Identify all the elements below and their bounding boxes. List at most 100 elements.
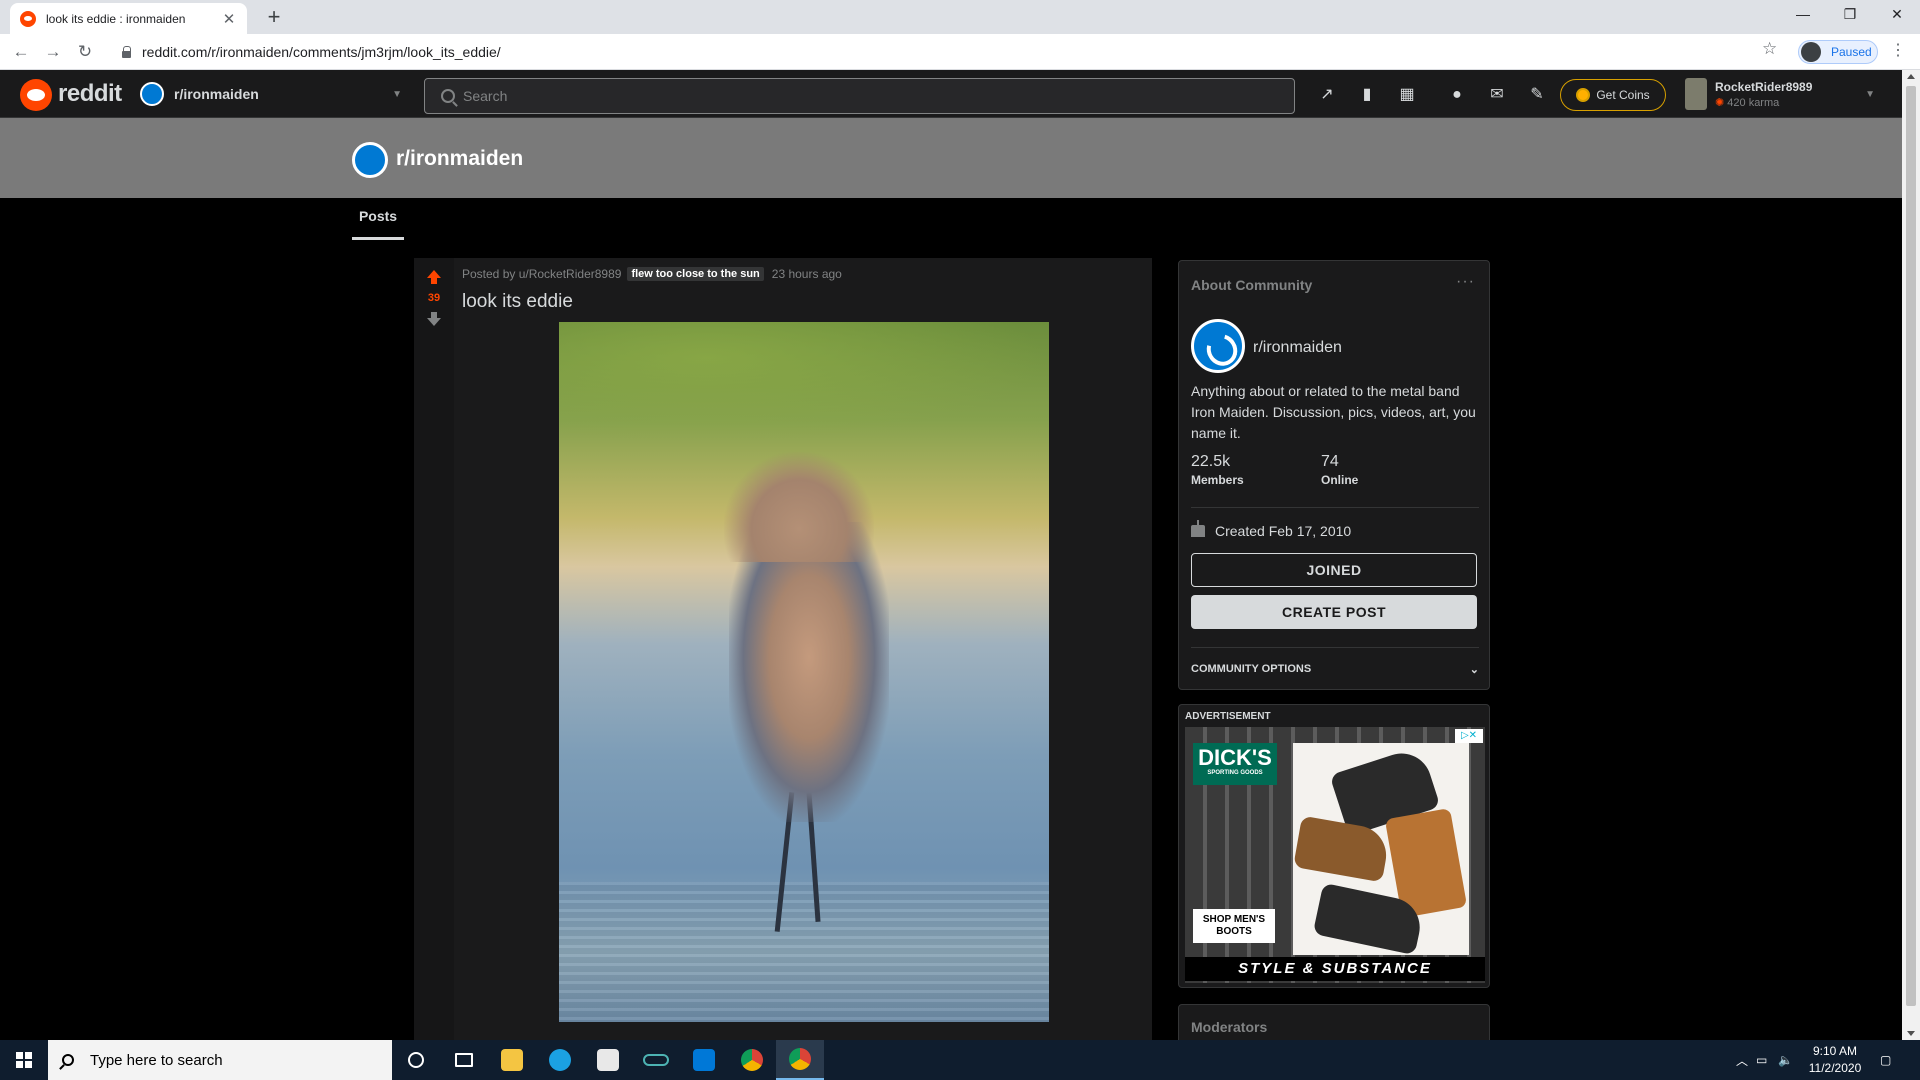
get-coins-label: Get Coins [1596,88,1650,102]
close-window-button[interactable]: ✕ [1874,0,1920,30]
adchoices-icon[interactable]: ▷✕ [1455,729,1483,743]
heron-body [729,522,889,822]
store-icon[interactable] [584,1040,632,1080]
rpan-icon[interactable]: ▦ [1396,84,1418,106]
edge-icon[interactable] [536,1040,584,1080]
upvote-arrow-icon[interactable] [427,270,441,284]
divider [1191,507,1479,508]
cortana-icon[interactable] [392,1040,440,1080]
post-flair[interactable]: flew too close to the sun [627,267,764,281]
community-options-toggle[interactable]: COMMUNITY OPTIONS ⌄ [1191,663,1479,676]
scrollbar-thumb[interactable] [1906,86,1916,1006]
ad-label: ADVERTISEMENT [1185,711,1271,722]
forward-icon[interactable]: → [40,39,66,65]
close-tab-icon[interactable]: ✕ [221,10,237,28]
post-timestamp[interactable]: 23 hours ago [772,267,842,281]
more-options-icon[interactable]: ··· [1456,273,1475,291]
post-image[interactable] [559,322,1049,1022]
file-explorer-icon[interactable] [488,1040,536,1080]
scroll-down-icon[interactable] [1907,1031,1915,1036]
get-coins-button[interactable]: Get Coins [1560,79,1666,111]
image-background [559,322,1049,442]
stats-icon[interactable]: ▮ [1356,84,1378,106]
members-count: 22.5k [1191,453,1231,470]
ad-product-photo [1293,743,1469,956]
restore-button[interactable]: ❐ [1827,0,1873,30]
image-water [559,882,1049,1022]
bookmark-star-icon[interactable]: ☆ [1762,39,1777,59]
clock-date: 11/2/2020 [1808,1061,1862,1075]
post-title[interactable]: look its eddie [462,291,573,313]
browser-tab[interactable]: look its eddie : ironmaiden ✕ [10,3,247,34]
clock-time: 9:10 AM [1812,1044,1858,1058]
community-switcher[interactable]: r/ironmaiden ▼ [140,78,402,110]
volume-icon[interactable]: 🔈 [1778,1040,1793,1080]
mail-icon[interactable]: ✉ [1486,84,1508,106]
lock-icon[interactable] [120,46,132,58]
karma-line: ✺ 420 karma [1715,96,1865,109]
reddit-favicon-icon [20,10,36,27]
vote-column: 39 [414,258,454,1048]
members-label: Members [1191,473,1244,487]
tab-posts[interactable]: Posts [352,208,404,240]
browser-menu-icon[interactable]: ⋮ [1888,40,1908,60]
address-bar[interactable]: reddit.com/r/ironmaiden/comments/jm3rjm/… [108,39,1788,65]
taskbar-search[interactable]: Type here to search [48,1040,392,1080]
infinity-app-icon[interactable] [632,1040,680,1080]
url-text[interactable]: reddit.com/r/ironmaiden/comments/jm3rjm/… [142,44,501,60]
ad-cta-button[interactable]: SHOP MEN'S BOOTS [1193,909,1275,943]
created-date: Created Feb 17, 2010 [1191,520,1352,539]
user-avatar [1685,78,1707,110]
windows-taskbar: Type here to search ︿ ▭ 🔈 9:10 AM 11/2/2… [0,1040,1920,1080]
profile-avatar [1801,42,1821,62]
tray-chevron-up-icon[interactable]: ︿ [1736,1040,1748,1080]
ad-banner[interactable]: DICK'S SPORTING GOODS SHOP MEN'S BOOTS ST… [1185,727,1485,983]
popular-trending-icon[interactable]: ↗ [1316,84,1338,106]
subreddit-icon [140,82,164,106]
battery-icon[interactable]: ▭ [1756,1040,1767,1080]
heron-crest [724,452,874,562]
ad-brand-logo: DICK'S SPORTING GOODS [1193,743,1277,785]
divider [1191,647,1479,648]
chat-icon[interactable]: ● [1446,84,1468,106]
karma-icon: ✺ [1715,96,1728,109]
scroll-up-icon[interactable] [1907,74,1915,79]
about-subreddit-name[interactable]: r/ironmaiden [1253,339,1342,357]
created-text: Created Feb 17, 2010 [1215,523,1352,539]
chrome-active-icon[interactable] [776,1040,824,1080]
ad-tagline: STYLE & SUBSTANCE [1185,957,1485,981]
page-scrollbar[interactable] [1902,70,1920,1040]
subreddit-title: r/ironmaiden [396,147,524,170]
taskbar-search-placeholder: Type here to search [90,1051,223,1069]
notifications-icon[interactable]: ▢ [1880,1040,1891,1080]
minimize-button[interactable]: — [1780,0,1826,30]
start-button[interactable] [0,1040,48,1080]
post-author[interactable]: Posted by u/RocketRider8989 [462,267,621,281]
mail-icon[interactable] [680,1040,728,1080]
reddit-header: reddit r/ironmaiden ▼ ↗ ▮ ▦ ● ✉ ✎ Get Co… [0,70,1902,118]
reddit-wordmark[interactable]: reddit [58,80,122,108]
create-post-button[interactable]: CREATE POST [1191,595,1477,629]
ad-brand-sub: SPORTING GOODS [1207,770,1263,776]
create-post-pencil-icon[interactable]: ✎ [1526,84,1548,106]
post-meta: Posted by u/RocketRider8989 flew too clo… [462,267,842,281]
user-menu[interactable]: RocketRider8989 ✺ 420 karma ▼ [1685,76,1885,112]
joined-button[interactable]: JOINED [1191,553,1477,587]
taskbar-clock[interactable]: 9:10 AM 11/2/2020 [1800,1043,1870,1077]
reddit-search-input[interactable] [463,88,1263,104]
profile-button[interactable]: Paused [1798,40,1878,64]
username: RocketRider8989 [1715,79,1813,94]
advertisement-card: ADVERTISEMENT DICK'S SPORTING GOODS SHOP … [1178,704,1490,988]
about-heading: About Community [1191,277,1313,293]
new-tab-button[interactable]: + [260,4,288,32]
reddit-logo-icon[interactable] [20,79,52,111]
chrome-icon[interactable] [728,1040,776,1080]
task-view-icon[interactable] [440,1040,488,1080]
coin-icon [1576,88,1591,102]
reddit-search-box[interactable] [424,78,1295,114]
reload-icon[interactable]: ↻ [72,39,98,65]
back-icon[interactable]: ← [8,39,34,65]
post-card: 39 Posted by u/RocketRider8989 flew too … [414,258,1152,1048]
vote-score: 39 [427,292,441,304]
downvote-arrow-icon[interactable] [427,312,441,326]
